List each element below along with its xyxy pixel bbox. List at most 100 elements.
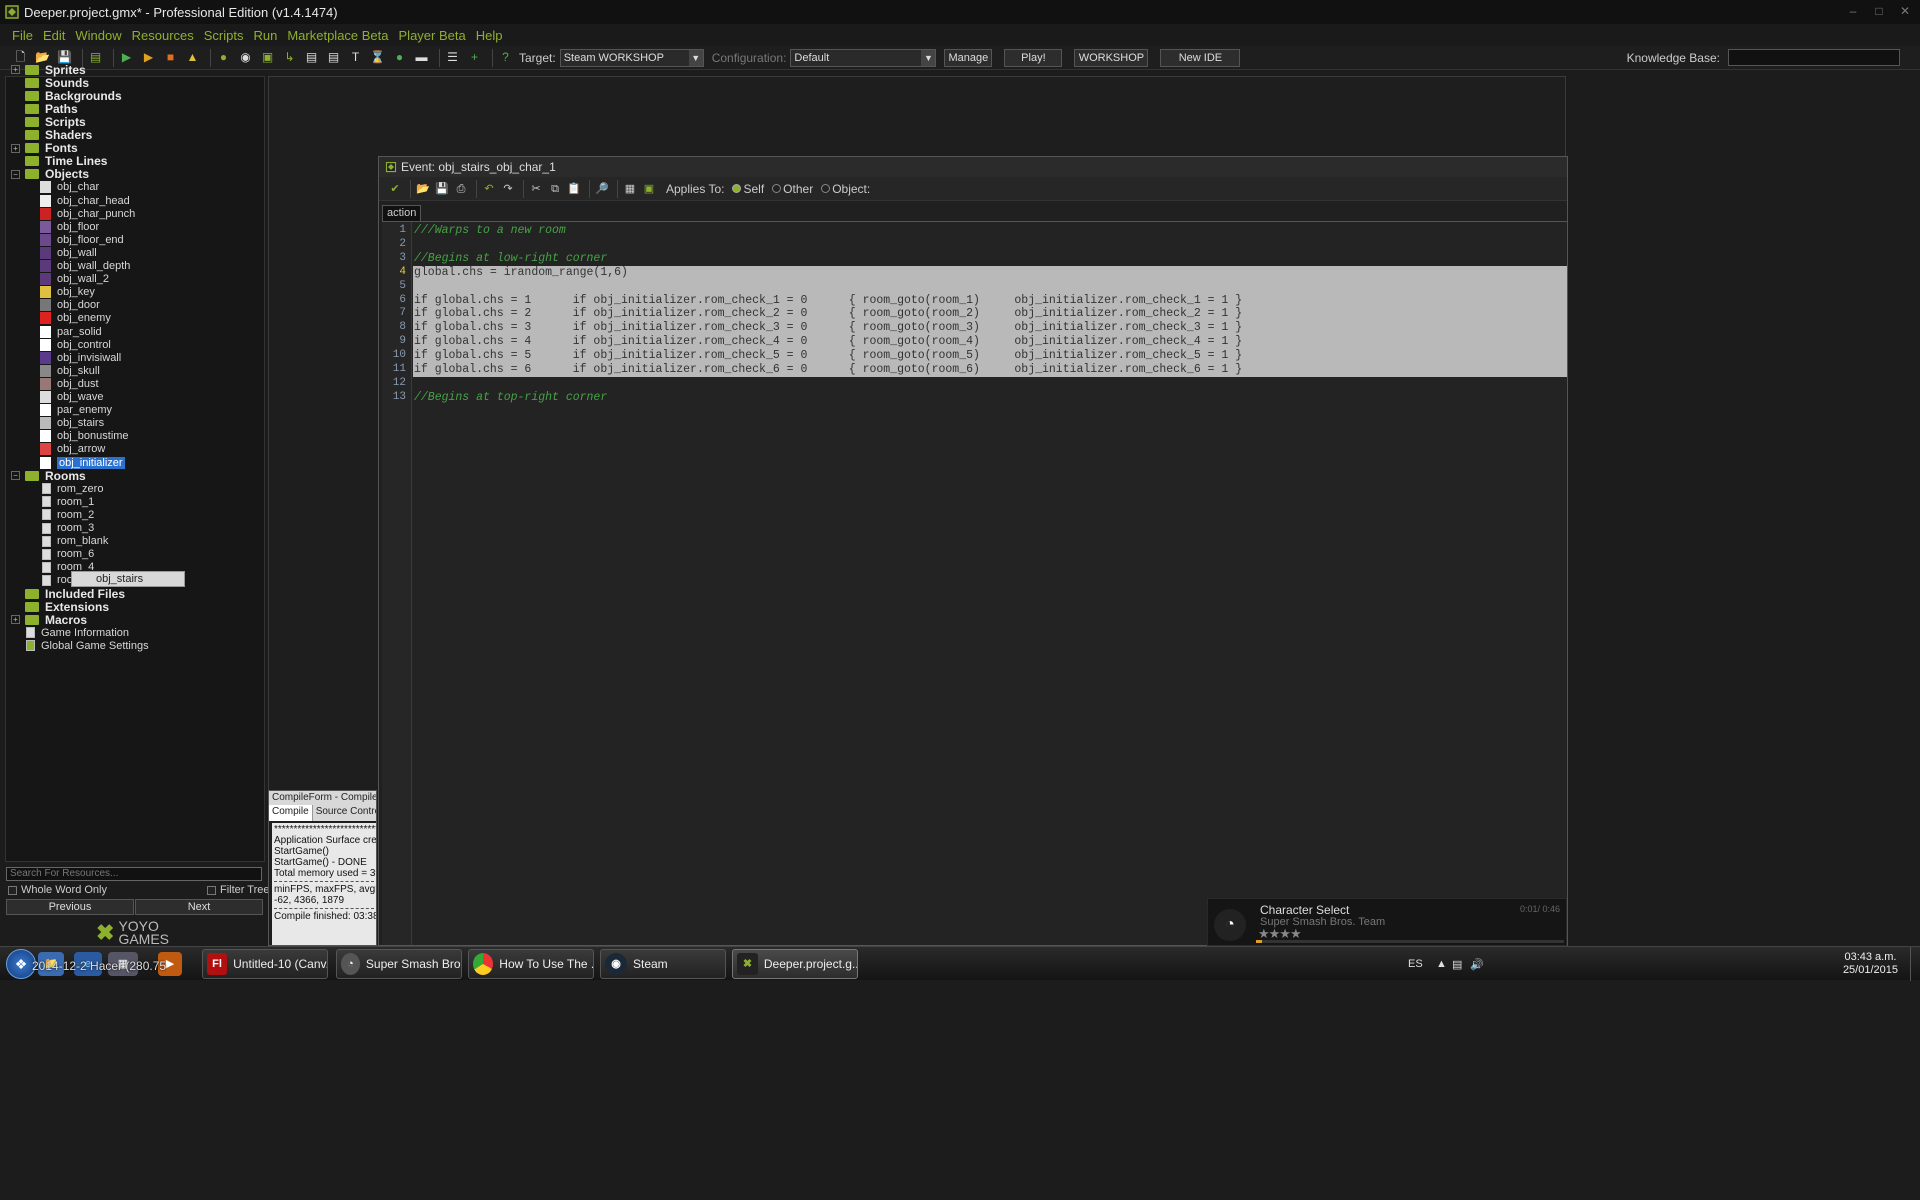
maximize-button[interactable]: □ xyxy=(1868,2,1890,20)
tree-room-rom-blank[interactable]: rom_blank xyxy=(42,535,108,548)
tree-folder-paths[interactable]: Paths xyxy=(11,102,78,116)
task-steam[interactable]: ◉ Steam xyxy=(600,949,726,979)
font-icon[interactable]: T xyxy=(347,49,364,66)
manage-button[interactable]: Manage xyxy=(944,48,993,67)
tree-folder-sounds[interactable]: Sounds xyxy=(11,76,89,90)
minimize-button[interactable]: – xyxy=(1842,2,1864,20)
tree-room-room-2[interactable]: room_2 xyxy=(42,508,94,521)
run-icon[interactable]: ▶ xyxy=(118,49,135,66)
language-indicator[interactable]: ES xyxy=(1408,947,1423,981)
tree-folder-backgrounds[interactable]: Backgrounds xyxy=(11,89,122,103)
tree-object-obj-stairs[interactable]: obj_stairs xyxy=(40,417,104,430)
tree-folder-fonts[interactable]: + Fonts xyxy=(11,141,78,155)
play-button[interactable]: Play! xyxy=(1004,48,1063,67)
task-chrome[interactable]: How To Use The ... xyxy=(468,949,594,979)
menu-run[interactable]: Run xyxy=(253,28,277,43)
tree-folder-objects[interactable]: − Objects xyxy=(11,167,89,181)
tray-expand-icon[interactable]: ▲ xyxy=(1436,947,1447,981)
path-icon[interactable]: ↳ xyxy=(281,49,298,66)
tree-object-obj-dust[interactable]: obj_dust xyxy=(40,377,99,390)
code-line[interactable]: if global.chs = 5 if obj_initializer.rom… xyxy=(414,349,1242,363)
code-line[interactable]: //Begins at top-right corner xyxy=(414,391,607,405)
tree-room-room-1[interactable]: room_1 xyxy=(42,495,94,508)
export-icon[interactable]: ▤ xyxy=(87,49,104,66)
volume-icon[interactable]: 🔊 xyxy=(1470,947,1484,981)
stop-icon[interactable]: ■ xyxy=(162,49,179,66)
search-resources-input[interactable]: Search For Resources... xyxy=(6,867,262,881)
tree-object-obj-bonustime[interactable]: obj_bonustime xyxy=(40,430,129,443)
tree-object-obj-char-head[interactable]: obj_char_head xyxy=(40,194,130,207)
expand-toggle-icon[interactable]: − xyxy=(11,169,20,179)
menu-scripts[interactable]: Scripts xyxy=(204,28,244,43)
menu-player[interactable]: Player Beta xyxy=(399,28,466,43)
paste-icon[interactable]: 📋 xyxy=(566,181,582,197)
help-icon[interactable]: ? xyxy=(497,49,514,66)
tree-object-obj-key[interactable]: obj_key xyxy=(40,286,95,299)
knowledge-base-input[interactable] xyxy=(1728,49,1900,66)
tree-object-par-solid[interactable]: par_solid xyxy=(40,325,102,338)
tree-object-obj-floor-end[interactable]: obj_floor_end xyxy=(40,233,124,246)
tab-action[interactable]: action xyxy=(382,205,422,221)
tree-folder-time-lines[interactable]: Time Lines xyxy=(11,154,107,168)
tree-object-obj-floor[interactable]: obj_floor xyxy=(40,220,99,233)
background-icon[interactable]: ▣ xyxy=(259,49,276,66)
configuration-select[interactable]: Default ▼ xyxy=(790,48,937,67)
now-playing-notification[interactable]: ◔ Character Select Super Smash Bros. Tea… xyxy=(1207,898,1567,946)
code-line[interactable]: if global.chs = 6 if obj_initializer.rom… xyxy=(414,363,1242,377)
menu-help[interactable]: Help xyxy=(476,28,503,43)
self-radio[interactable] xyxy=(732,184,742,193)
debug-icon[interactable]: ▶ xyxy=(140,49,157,66)
tree-room-room-6[interactable]: room_6 xyxy=(42,548,94,561)
show-desktop-button[interactable] xyxy=(1910,947,1920,981)
copy-icon[interactable]: ⧉ xyxy=(547,181,563,197)
workshop-button[interactable]: WORKSHOP xyxy=(1074,48,1149,67)
tree-object-obj-control[interactable]: obj_control xyxy=(40,338,111,351)
code-editor[interactable]: 1 2 3 4 5 6 7 8 9 10 11 12 13 ///Warps to a new room… xyxy=(382,221,1567,945)
undo-icon[interactable]: ↶ xyxy=(481,181,497,197)
previous-button[interactable]: Previous xyxy=(6,899,134,915)
event-editor-window[interactable]: Event: obj_stairs_obj_char_1 ✔ 📂 💾 ⎙ ↶ ↷… xyxy=(378,156,1568,946)
tree-room-room-3[interactable]: room_3 xyxy=(42,522,94,535)
compile-form-window[interactable]: CompileForm - Compiled at Compile Source… xyxy=(268,790,377,946)
create-executable-icon[interactable]: ▲ xyxy=(184,49,201,66)
event-title-bar[interactable]: Event: obj_stairs_obj_char_1 xyxy=(379,157,1567,177)
clock[interactable]: 03:43 a.m. 25/01/2015 xyxy=(1843,951,1898,977)
tree-object-obj-initializer[interactable]: obj_initializer xyxy=(40,456,125,469)
target-select[interactable]: Steam WORKSHOP ▼ xyxy=(559,48,704,67)
code-line[interactable]: //Begins at low-right corner xyxy=(414,252,607,266)
other-radio[interactable] xyxy=(772,184,782,193)
expand-toggle-icon[interactable]: + xyxy=(11,615,20,625)
network-icon[interactable]: ▤ xyxy=(1452,947,1462,981)
extensions-icon[interactable]: + xyxy=(466,49,483,66)
tree-object-obj-char[interactable]: obj_char xyxy=(40,181,99,194)
code-line[interactable]: if global.chs = 2 if obj_initializer.rom… xyxy=(414,307,1242,321)
menu-resources[interactable]: Resources xyxy=(132,28,194,43)
tree-object-obj-wall-depth[interactable]: obj_wall_depth xyxy=(40,260,130,273)
expand-toggle-icon[interactable]: + xyxy=(11,143,20,153)
open-icon[interactable]: 📂 xyxy=(415,181,431,197)
tree-folder-included-files[interactable]: Included Files xyxy=(11,587,125,601)
find-icon[interactable]: 🔎 xyxy=(594,181,610,197)
menu-file[interactable]: File xyxy=(12,28,33,43)
save-icon[interactable]: 💾 xyxy=(434,181,450,197)
code-line[interactable]: ///Warps to a new room xyxy=(414,224,566,238)
tree-folder-rooms[interactable]: − Rooms xyxy=(11,469,86,483)
tab-source-control[interactable]: Source Control xyxy=(313,805,376,821)
close-button[interactable]: ✕ xyxy=(1894,2,1916,20)
shader-icon[interactable]: ▤ xyxy=(325,49,342,66)
code-line[interactable]: global.chs = irandom_range(1,6) xyxy=(414,266,628,280)
tree-folder-sprites[interactable]: + Sprites xyxy=(11,63,86,77)
menu-window[interactable]: Window xyxy=(75,28,121,43)
tree-object-obj-enemy[interactable]: obj_enemy xyxy=(40,312,111,325)
task-gamemaker[interactable]: ✖ Deeper.project.g... xyxy=(732,949,858,979)
tree-object-par-enemy[interactable]: par_enemy xyxy=(40,404,112,417)
room-icon[interactable]: ▬ xyxy=(413,49,430,66)
tab-compile[interactable]: Compile xyxy=(269,805,313,821)
script-icon[interactable]: ▤ xyxy=(303,49,320,66)
expand-toggle-icon[interactable]: + xyxy=(11,65,20,74)
filter-tree-checkbox[interactable]: Filter Tree xyxy=(207,884,270,896)
game-settings-icon[interactable]: ☰ xyxy=(444,49,461,66)
code-line[interactable]: if global.chs = 1 if obj_initializer.rom… xyxy=(414,294,1242,308)
object-radio[interactable] xyxy=(821,184,831,193)
task-flash[interactable]: Fl Untitled-10 (Canv... xyxy=(202,949,328,979)
